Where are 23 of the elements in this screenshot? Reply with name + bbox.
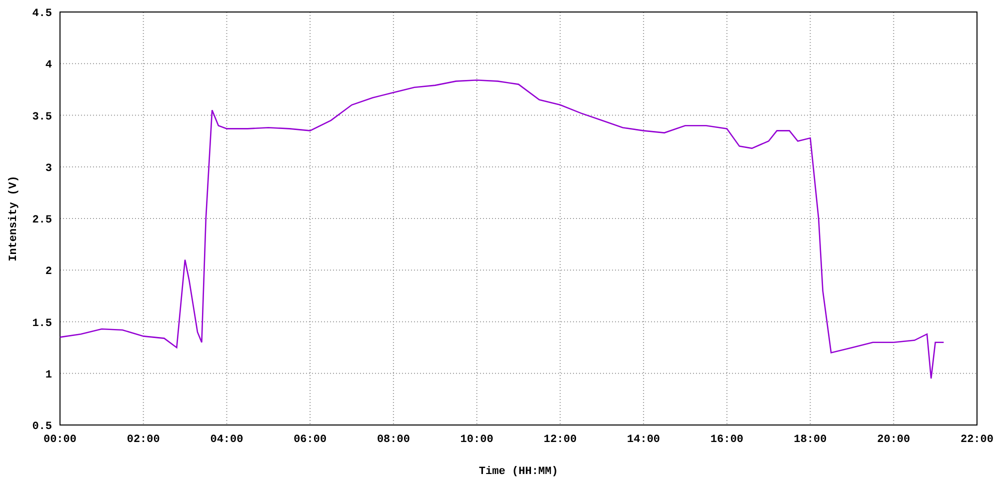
y-tick-label: 2.5 — [32, 214, 52, 226]
y-tick-label: 1 — [45, 369, 52, 382]
x-tick-label: 04:00 — [210, 434, 244, 446]
x-tick-label: 14:00 — [627, 434, 660, 446]
y-tick-label: 3 — [45, 162, 52, 175]
y-tick-label: 4 — [45, 60, 52, 72]
x-axis-title: Time (HH:MM) — [478, 466, 558, 478]
x-tick-label: 22:00 — [960, 434, 994, 446]
x-tick-label: 02:00 — [126, 434, 160, 446]
y-tick-label: 3.5 — [32, 111, 52, 124]
x-tick-label: 00:00 — [44, 434, 76, 446]
y-tick-label: 4.5 — [32, 8, 52, 20]
x-tick-label: 08:00 — [376, 434, 410, 446]
y-axis-title: Intensity (V) — [8, 176, 20, 262]
x-tick-label: 16:00 — [710, 434, 744, 446]
x-tick-label: 12:00 — [544, 434, 577, 446]
y-tick-label: 0.5 — [32, 421, 52, 433]
x-tick-label: 06:00 — [294, 434, 327, 446]
y-tick-label: 2 — [45, 266, 52, 278]
x-tick-label: 20:00 — [877, 434, 910, 446]
x-tick-label: 18:00 — [794, 434, 827, 446]
y-tick-label: 1.5 — [32, 318, 52, 330]
x-tick-label: 10:00 — [460, 434, 494, 446]
